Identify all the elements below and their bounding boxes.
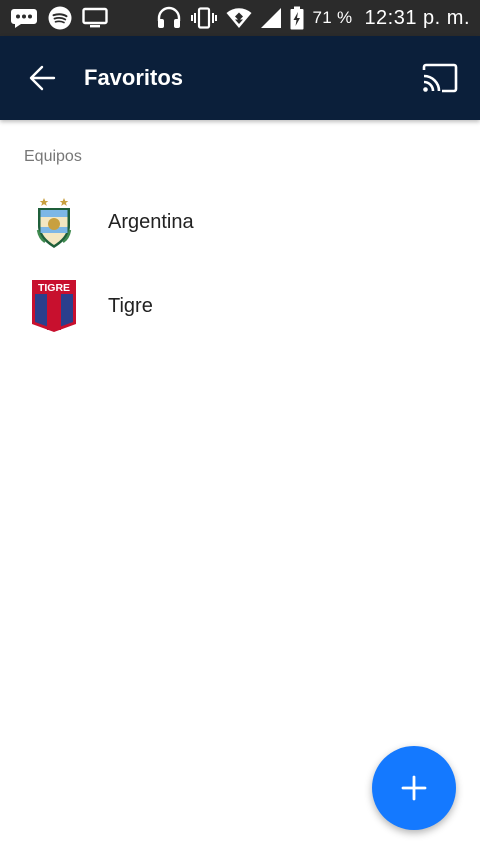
page-title: Favoritos xyxy=(84,65,184,90)
battery-charging-icon xyxy=(290,5,304,31)
spotify-icon xyxy=(48,5,72,31)
screen-cast-icon xyxy=(82,5,108,31)
list-item-tigre[interactable]: TIGRE Tigre xyxy=(0,264,480,348)
cast-icon xyxy=(422,63,458,93)
list-item-argentina[interactable]: Argentina xyxy=(0,180,480,264)
status-bar: 71 % 12:31 p. m. xyxy=(0,0,480,36)
arrow-left-icon xyxy=(29,65,56,91)
team-name: Tigre xyxy=(108,294,153,317)
signal-icon xyxy=(260,5,282,31)
plus-icon xyxy=(401,775,427,801)
status-bar-left xyxy=(10,0,108,36)
teams-list: Argentina TIGRE Tigre xyxy=(0,180,480,348)
status-bar-right: 71 % 12:31 p. m. xyxy=(156,0,470,36)
afa-crest-icon xyxy=(24,192,84,252)
add-favorite-button[interactable] xyxy=(372,746,456,830)
vibrate-icon xyxy=(190,5,218,31)
wifi-icon xyxy=(226,5,252,31)
headset-icon xyxy=(156,5,182,31)
favorites-content: Equipos Argentina TIGRE Tigre xyxy=(0,120,480,854)
app-bar: Favoritos xyxy=(0,36,480,120)
back-button[interactable] xyxy=(14,50,70,106)
section-header-equipos: Equipos xyxy=(24,148,82,165)
team-name: Argentina xyxy=(108,210,194,233)
tigre-crest-icon: TIGRE xyxy=(24,276,84,336)
chat-bubble-icon xyxy=(10,5,38,31)
battery-percentage: 71 % xyxy=(312,8,353,27)
tigre-crest-text: TIGRE xyxy=(38,282,70,294)
status-time: 12:31 p. m. xyxy=(364,6,470,29)
cast-button[interactable] xyxy=(412,50,468,106)
app-screen: 71 % 12:31 p. m. Favoritos Equipos Argen… xyxy=(0,0,480,854)
